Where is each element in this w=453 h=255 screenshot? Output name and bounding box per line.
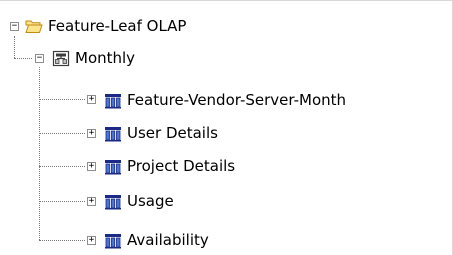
tree-node-project-details[interactable]: Project Details xyxy=(104,155,235,177)
tree-node-usage[interactable]: Usage xyxy=(104,190,174,212)
expander-glyph: + xyxy=(88,234,95,245)
tree-node-label[interactable]: Usage xyxy=(127,190,174,212)
tree-connector xyxy=(14,36,15,58)
tree-connector xyxy=(14,58,32,59)
expand-toggle-user-details[interactable]: + xyxy=(87,127,96,138)
cube-icon xyxy=(104,125,122,142)
expander-glyph: + xyxy=(88,195,95,206)
hierarchy-icon xyxy=(52,50,70,67)
tree-connector xyxy=(39,133,85,134)
cube-icon xyxy=(104,158,122,175)
tree-node-label[interactable]: Monthly xyxy=(75,47,135,69)
collapse-toggle-monthly[interactable]: − xyxy=(35,52,44,63)
expander-glyph: + xyxy=(88,93,95,104)
tree-view[interactable]: − Feature-Leaf OLAP − Monthly + Feature-… xyxy=(0,0,453,255)
expander-glyph: − xyxy=(11,20,18,31)
expander-glyph: + xyxy=(88,160,95,171)
tree-connector xyxy=(39,240,85,241)
tree-node-label[interactable]: Availability xyxy=(127,229,209,251)
tree-node-label[interactable]: Feature-Vendor-Server-Month xyxy=(127,89,346,111)
tree-connector xyxy=(39,99,85,100)
folder-open-icon xyxy=(25,18,43,35)
tree-node-label[interactable]: Feature-Leaf OLAP xyxy=(48,15,186,37)
expander-glyph: − xyxy=(36,52,43,63)
tree-node-feature-vendor-server-month[interactable]: Feature-Vendor-Server-Month xyxy=(104,89,346,111)
tree-node-label[interactable]: User Details xyxy=(127,122,218,144)
expand-toggle-usage[interactable]: + xyxy=(87,195,96,206)
tree-connector xyxy=(39,201,85,202)
expand-toggle-feature-vendor-server-month[interactable]: + xyxy=(87,93,96,104)
expand-toggle-project-details[interactable]: + xyxy=(87,160,96,171)
tree-node-availability[interactable]: Availability xyxy=(104,229,209,251)
tree-node-monthly[interactable]: Monthly xyxy=(52,47,135,69)
tree-connector xyxy=(39,166,85,167)
cube-icon xyxy=(104,92,122,109)
cube-icon xyxy=(104,193,122,210)
tree-node-label[interactable]: Project Details xyxy=(127,155,235,177)
tree-node-feature-leaf-olap[interactable]: Feature-Leaf OLAP xyxy=(25,15,186,37)
collapse-toggle-feature-leaf-olap[interactable]: − xyxy=(10,20,19,31)
expander-glyph: + xyxy=(88,127,95,138)
tree-connector xyxy=(39,67,40,240)
tree-node-user-details[interactable]: User Details xyxy=(104,122,218,144)
expand-toggle-availability[interactable]: + xyxy=(87,234,96,245)
cube-icon xyxy=(104,232,122,249)
